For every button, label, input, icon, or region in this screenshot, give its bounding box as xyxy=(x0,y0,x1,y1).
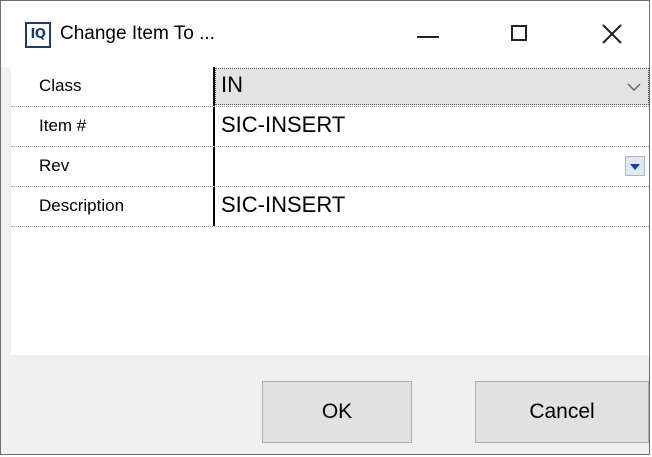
ok-button[interactable]: OK xyxy=(262,381,412,443)
close-icon xyxy=(602,24,622,44)
maximize-button[interactable] xyxy=(497,15,543,55)
description-field[interactable]: SIC-INSERT xyxy=(221,192,345,218)
minimize-icon xyxy=(417,36,439,38)
chevron-down-icon[interactable] xyxy=(626,79,642,95)
close-button[interactable] xyxy=(589,15,635,55)
maximize-icon xyxy=(511,25,527,41)
grid-row-item-number: Item # SIC-INSERT xyxy=(11,107,649,147)
grid-row-rev: Rev xyxy=(11,147,649,187)
item-number-label: Item # xyxy=(39,116,87,135)
item-number-field[interactable]: SIC-INSERT xyxy=(221,112,345,138)
column-divider xyxy=(213,107,215,146)
dialog-body: Class IN Item # SIC-INSERT Rev Descripti… xyxy=(11,67,649,454)
app-logo-icon: IQ xyxy=(25,22,51,48)
class-value: IN xyxy=(221,72,243,97)
rev-dropdown-button[interactable] xyxy=(625,156,645,176)
class-label: Class xyxy=(39,76,82,95)
property-grid: Class IN Item # SIC-INSERT Rev Descripti… xyxy=(11,67,649,355)
description-label: Description xyxy=(39,196,125,215)
column-divider xyxy=(213,187,215,226)
minimize-button[interactable] xyxy=(405,15,451,55)
column-divider xyxy=(213,147,215,186)
change-item-dialog: IQ Change Item To ... Class IN Item # SI… xyxy=(0,0,650,455)
class-dropdown[interactable]: IN xyxy=(215,68,649,105)
dropdown-arrow-icon xyxy=(630,164,640,170)
grid-row-class: Class IN xyxy=(11,67,649,107)
grid-row-description: Description SIC-INSERT xyxy=(11,187,649,227)
window-title: Change Item To ... xyxy=(60,23,215,44)
rev-label: Rev xyxy=(39,156,70,175)
cancel-button[interactable]: Cancel xyxy=(475,381,649,443)
title-bar[interactable]: IQ Change Item To ... xyxy=(1,1,649,67)
